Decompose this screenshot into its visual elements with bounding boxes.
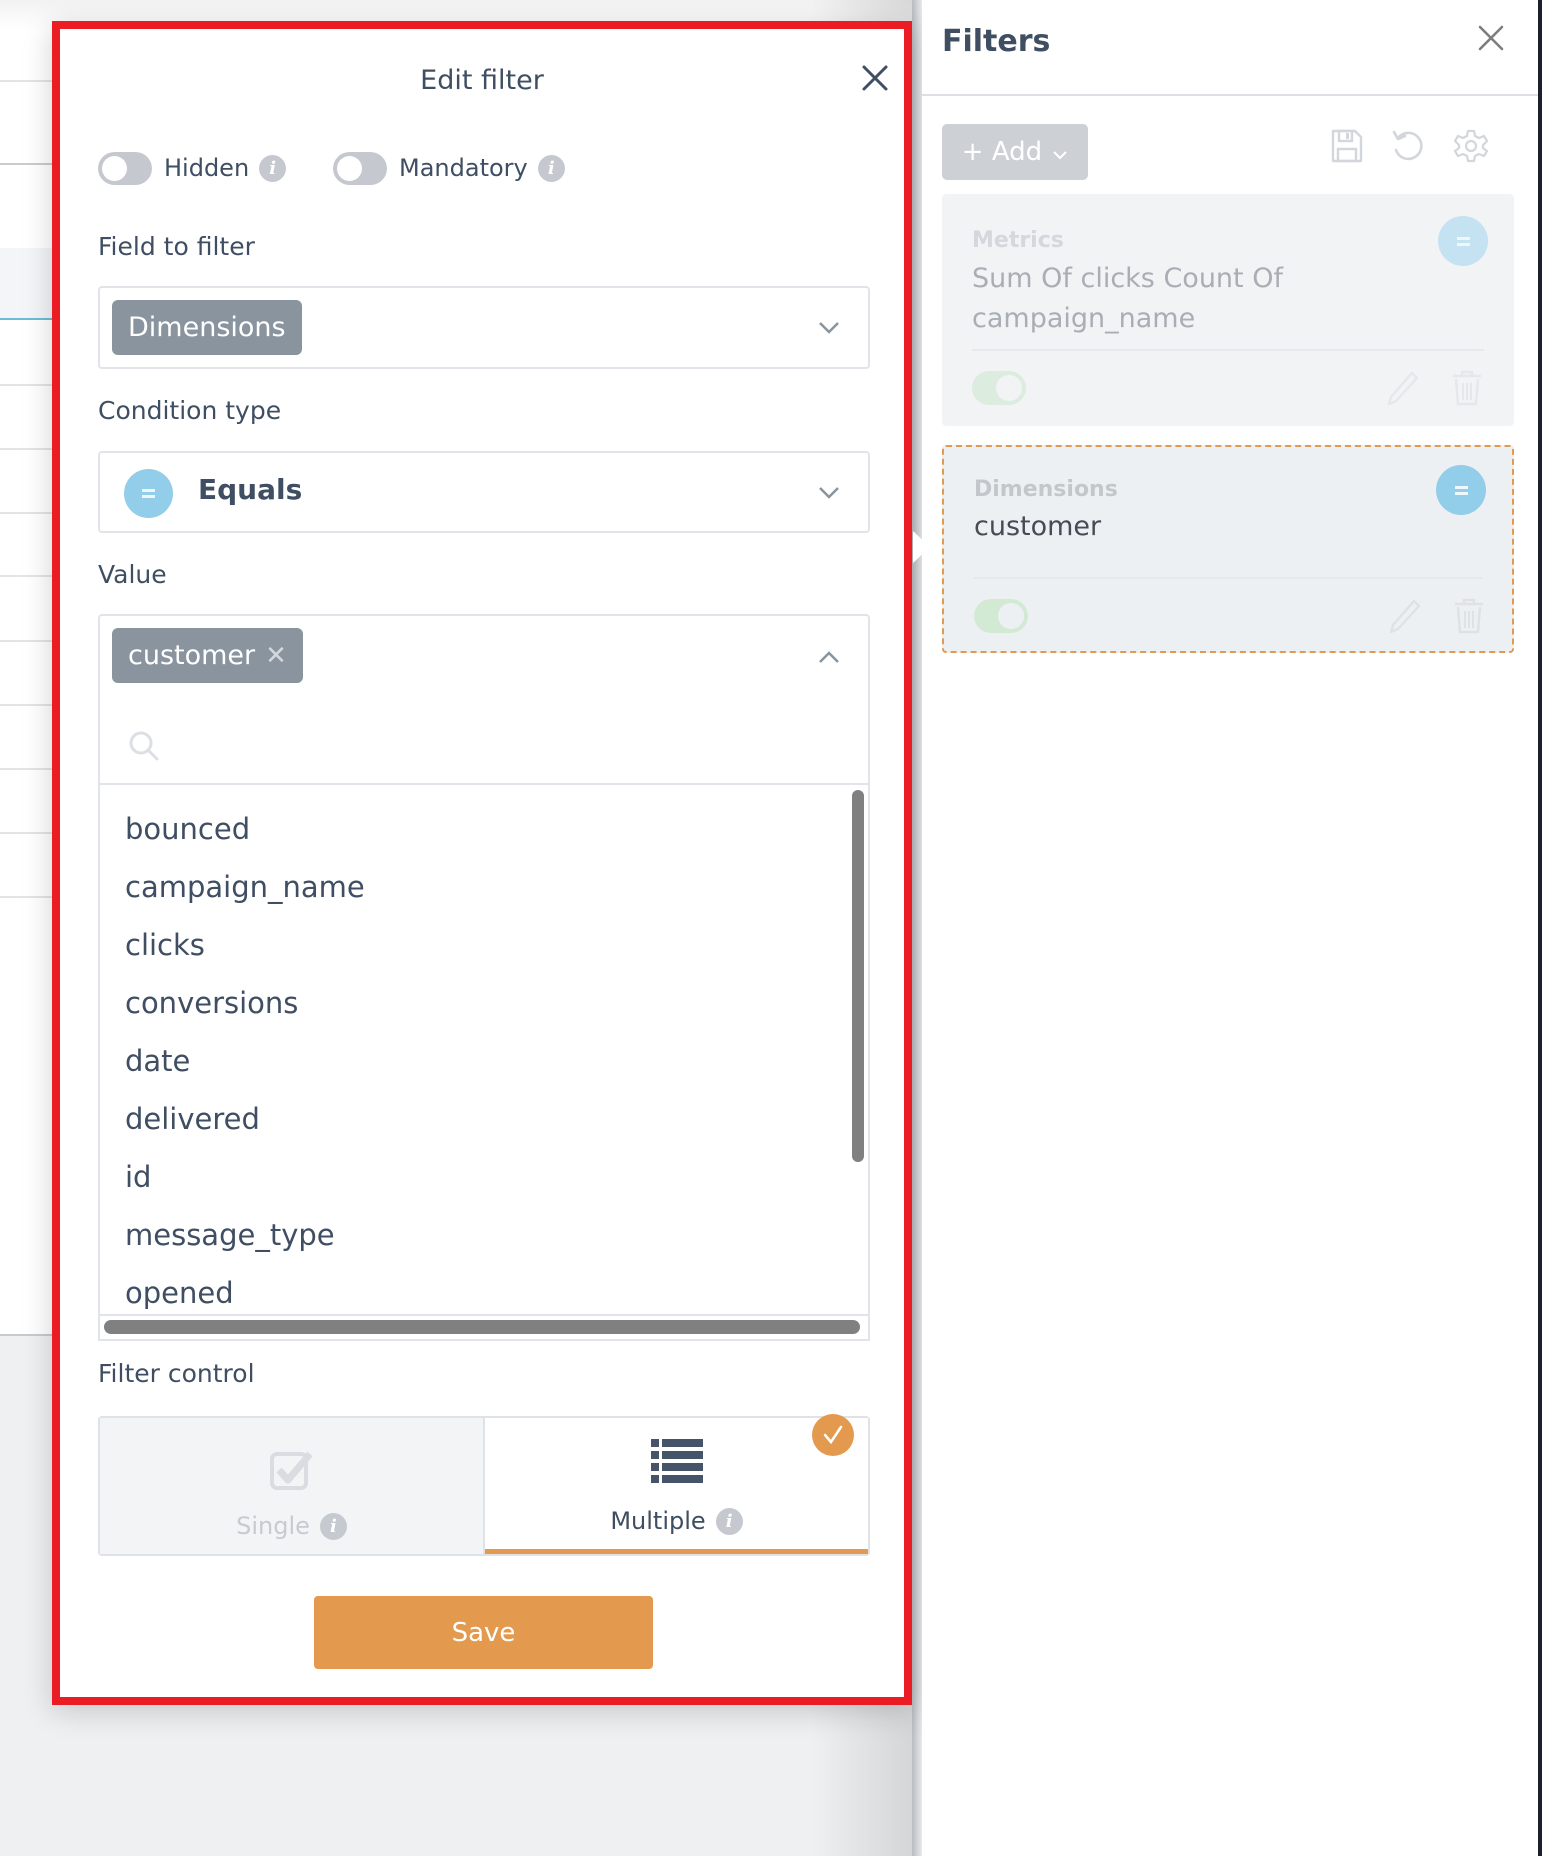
mandatory-toggle[interactable]	[333, 151, 387, 185]
close-modal-button[interactable]	[860, 63, 890, 93]
filter-control-multiple[interactable]: Multiple i	[485, 1414, 868, 1554]
list-item[interactable]: opened	[125, 1276, 234, 1310]
reset-filters-button[interactable]	[1390, 128, 1424, 164]
save-icon	[1331, 129, 1363, 163]
value-search-input[interactable]	[98, 705, 870, 785]
close-icon	[1478, 25, 1504, 51]
card-divider	[972, 349, 1484, 351]
toggle-knob	[996, 375, 1022, 401]
filters-panel: Filters + Add Metrics Sum Of clicks Coun…	[922, 0, 1538, 1856]
save-button[interactable]: Save	[314, 1596, 653, 1669]
window-edge	[1538, 0, 1542, 1856]
list-icon	[650, 1439, 703, 1483]
edit-filter-modal: Edit filter Hidden i Mandatory i Field t…	[52, 21, 912, 1705]
horizontal-scrollbar[interactable]	[104, 1320, 860, 1334]
condition-type-label: Condition type	[98, 396, 282, 425]
selected-check-icon	[812, 1414, 854, 1456]
panel-separator	[912, 0, 922, 1856]
add-filter-button[interactable]: + Add	[942, 124, 1088, 180]
mandatory-toggle-group: Mandatory i	[333, 151, 565, 185]
filter-card-metrics[interactable]: Metrics Sum Of clicks Count Of campaign_…	[942, 194, 1514, 426]
list-item[interactable]: conversions	[125, 986, 298, 1020]
card-category: Metrics	[972, 228, 1064, 253]
value-chip-label: customer	[128, 640, 256, 671]
pencil-icon	[1389, 599, 1421, 634]
list-item[interactable]: delivered	[125, 1102, 260, 1136]
equals-icon	[1436, 465, 1486, 515]
modal-title: Edit filter	[420, 65, 544, 96]
info-icon[interactable]: i	[715, 1507, 743, 1535]
equals-icon	[124, 469, 173, 518]
condition-type-select[interactable]: Equals	[98, 451, 870, 533]
card-value: campaign_name	[972, 303, 1196, 334]
filters-panel-title: Filters	[942, 24, 1051, 59]
close-icon	[862, 65, 888, 91]
edit-filter-button[interactable]	[1388, 597, 1422, 635]
remove-chip-icon[interactable]: ✕	[265, 641, 287, 671]
close-panel-button[interactable]	[1477, 24, 1505, 52]
toggle-knob	[998, 603, 1024, 629]
horizontal-scrollbar-track	[98, 1314, 870, 1341]
chevron-down-icon	[1053, 151, 1067, 160]
list-item[interactable]: id	[125, 1160, 151, 1194]
info-icon[interactable]: i	[319, 1512, 347, 1540]
list-item[interactable]: date	[125, 1044, 190, 1078]
hidden-toggle[interactable]	[98, 151, 152, 185]
value-options-list: bounced campaign_name clicks conversions…	[98, 785, 870, 1315]
card-value: Sum Of clicks Count Of	[972, 263, 1283, 294]
card-value: customer	[974, 511, 1102, 542]
toggle-knob	[102, 155, 127, 181]
card-enabled-toggle[interactable]	[972, 371, 1026, 405]
trash-icon	[1455, 598, 1483, 634]
list-item[interactable]: bounced	[125, 812, 250, 846]
trash-icon	[1453, 370, 1481, 406]
list-item[interactable]: campaign_name	[125, 870, 365, 904]
save-filters-button[interactable]	[1330, 128, 1364, 164]
field-chip: Dimensions	[112, 300, 302, 355]
single-label: Single	[236, 1512, 310, 1540]
chevron-down-icon	[819, 487, 839, 499]
filter-settings-button[interactable]	[1453, 128, 1489, 164]
chevron-down-icon	[819, 322, 839, 334]
field-to-filter-select[interactable]: Dimensions	[98, 286, 870, 369]
filter-card-dimensions[interactable]: Dimensions customer	[942, 445, 1514, 653]
settings-icon	[1453, 129, 1489, 163]
filter-control-single[interactable]: Single i	[100, 1418, 485, 1554]
hidden-toggle-group: Hidden i	[98, 151, 287, 185]
vertical-scrollbar[interactable]	[852, 790, 864, 1162]
value-select[interactable]: customer ✕	[98, 614, 870, 707]
value-label: Value	[98, 560, 167, 589]
reset-icon	[1392, 130, 1423, 161]
filter-control-selector: Single i Multiple i	[98, 1414, 870, 1556]
info-icon[interactable]: i	[259, 154, 287, 182]
card-divider	[974, 577, 1482, 579]
delete-filter-button[interactable]	[1450, 369, 1484, 407]
card-category: Dimensions	[974, 477, 1118, 502]
multiple-label: Multiple	[610, 1507, 706, 1535]
condition-selected: Equals	[198, 473, 303, 506]
hidden-label: Hidden	[164, 154, 250, 182]
edit-filter-button[interactable]	[1386, 369, 1420, 407]
field-chip-label: Dimensions	[128, 312, 286, 343]
pencil-icon	[1387, 371, 1419, 406]
field-to-filter-label: Field to filter	[98, 232, 255, 261]
panel-divider	[922, 94, 1538, 96]
mandatory-label: Mandatory	[399, 154, 528, 182]
delete-filter-button[interactable]	[1452, 597, 1486, 635]
checkbox-icon	[269, 1451, 313, 1490]
list-item[interactable]: message_type	[125, 1218, 335, 1252]
value-chip: customer ✕	[112, 628, 303, 683]
add-filter-label: + Add	[961, 137, 1043, 167]
toggle-knob	[337, 155, 362, 181]
chevron-up-icon	[819, 651, 839, 663]
list-item[interactable]: clicks	[125, 928, 205, 962]
filter-control-label: Filter control	[98, 1359, 255, 1388]
search-icon	[129, 731, 159, 761]
card-enabled-toggle[interactable]	[974, 599, 1028, 633]
info-icon[interactable]: i	[537, 154, 565, 182]
equals-icon	[1438, 216, 1488, 266]
